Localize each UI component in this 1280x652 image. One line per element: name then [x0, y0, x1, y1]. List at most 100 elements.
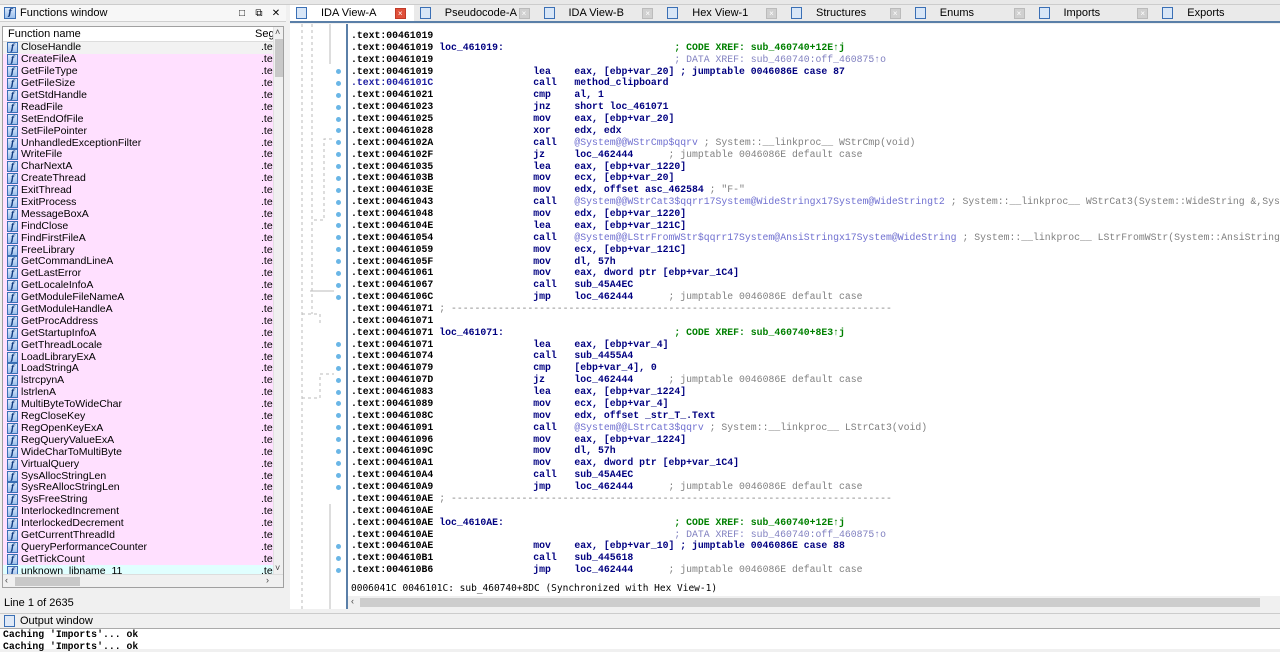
function-row[interactable]: fSetEndOfFile.tex	[3, 113, 283, 125]
function-row[interactable]: fMultiByteToWideChar.tex	[3, 399, 283, 411]
disasm-line[interactable]: .text:00461023 jnz short loc_461071	[351, 101, 669, 113]
function-row[interactable]: fGetProcAddress.tex	[3, 315, 283, 327]
breakpoint-dot[interactable]	[336, 283, 341, 288]
disasm-line[interactable]: .text:004610A9 jmp loc_462444 ; jumptabl…	[351, 481, 863, 493]
scroll-up-icon[interactable]: ˄	[275, 27, 280, 37]
function-row[interactable]: fGetLocaleInfoA.tex	[3, 280, 283, 292]
disasm-line[interactable]: .text:004610A4 call sub_45A4EC	[351, 469, 633, 481]
operands[interactable]: loc_462444	[574, 374, 668, 385]
close-button[interactable]: ✕	[269, 8, 283, 19]
disasm-line[interactable]: .text:00461019 lea eax, [ebp+var_20] ; j…	[351, 66, 845, 78]
operands[interactable]: sub_445618	[574, 552, 633, 563]
scroll-left-icon[interactable]: ‹	[351, 596, 354, 606]
breakpoint-dot[interactable]	[336, 449, 341, 454]
disasm-line[interactable]: .text:0046102F jz loc_462444 ; jumptable…	[351, 149, 863, 161]
disasm-line[interactable]: .text:00461021 cmp al, 1	[351, 89, 604, 101]
operands[interactable]: sub_45A4EC	[574, 279, 633, 290]
disasm-line[interactable]: .text:0046107D jz loc_462444 ; jumptable…	[351, 374, 863, 386]
disasm-line[interactable]: .text:004610B6 jmp loc_462444 ; jumptabl…	[351, 564, 863, 576]
tab-close-icon[interactable]: ×	[1137, 8, 1148, 19]
disasm-line[interactable]: .text:00461071 loc_461071: ; CODE XREF: …	[351, 327, 845, 339]
tab-close-icon[interactable]: ×	[642, 8, 653, 19]
breakpoint-dot[interactable]	[336, 473, 341, 478]
breakpoint-dot[interactable]	[336, 105, 341, 110]
function-row[interactable]: flstrcpynA.tex	[3, 375, 283, 387]
tab-ida-view-b[interactable]: IDA View-B×	[538, 5, 662, 21]
function-row[interactable]: fSysReAllocStringLen.tex	[3, 482, 283, 494]
operands[interactable]: ecx, [ebp+var_121C]	[574, 244, 686, 255]
tab-close-icon[interactable]: ×	[766, 8, 777, 19]
operands[interactable]: @System@@LStrCat3$qqrv	[574, 422, 709, 433]
operands[interactable]: method_clipboard	[574, 77, 668, 88]
operands[interactable]: eax, [ebp+var_1224]	[574, 386, 686, 397]
disasm-line[interactable]: .text:00461091 call @System@@LStrCat3$qq…	[351, 422, 927, 434]
function-row[interactable]: fRegCloseKey.tex	[3, 411, 283, 423]
label[interactable]: loc_4610AE:	[439, 517, 504, 528]
operands[interactable]: eax, [ebp+var_4]	[574, 339, 668, 350]
function-row[interactable]: fGetStartupInfoA.tex	[3, 327, 283, 339]
breakpoint-dot[interactable]	[336, 366, 341, 371]
operands[interactable]: eax, [ebp+var_20]	[574, 66, 680, 77]
disasm-line[interactable]: .text:00461061 mov eax, dword ptr [ebp+v…	[351, 267, 739, 279]
operands[interactable]: @System@@WStrCmp$qqrv	[574, 137, 703, 148]
disasm-line[interactable]: .text:0046102A call @System@@WStrCmp$qqr…	[351, 137, 915, 149]
breakpoint-dot[interactable]	[336, 271, 341, 276]
function-row[interactable]: fGetThreadLocale.tex	[3, 339, 283, 351]
disasm-line[interactable]: .text:00461028 xor edx, edx	[351, 125, 621, 137]
tab-exports[interactable]: Exports	[1156, 5, 1280, 21]
operands[interactable]: dl, 57h	[574, 445, 615, 456]
function-row[interactable]: fWriteFile.tex	[3, 149, 283, 161]
operands[interactable]: loc_462444	[574, 291, 668, 302]
disasm-line[interactable]: .text:0046104E lea eax, [ebp+var_121C]	[351, 220, 686, 232]
disasm-line[interactable]: .text:00461096 mov eax, [ebp+var_1224]	[351, 434, 686, 446]
disasm-line[interactable]: .text:004610B1 call sub_445618	[351, 552, 633, 564]
scroll-down-icon[interactable]: ˅	[275, 563, 280, 573]
function-row[interactable]: fLoadLibraryExA.tex	[3, 351, 283, 363]
maximize-button[interactable]: □	[235, 8, 249, 19]
disasm-line[interactable]: .text:00461025 mov eax, [ebp+var_20]	[351, 113, 674, 125]
operands[interactable]: eax, dword ptr [ebp+var_1C4]	[574, 267, 739, 278]
function-row[interactable]: fGetTickCount.tex	[3, 553, 283, 565]
disasm-line[interactable]: .text:0046103B mov ecx, [ebp+var_20]	[351, 172, 674, 184]
tab-close-icon[interactable]: ×	[519, 8, 530, 19]
column-function-name[interactable]: Function name	[3, 28, 255, 40]
operands[interactable]: eax, [ebp+var_121C]	[574, 220, 686, 231]
function-row[interactable]: fInterlockedIncrement.tex	[3, 506, 283, 518]
operands[interactable]: @System@@LStrFromWStr$qqrr17System@AnsiS…	[574, 232, 962, 243]
function-row[interactable]: fExitThread.tex	[3, 185, 283, 197]
disasm-line[interactable]: .text:0046101C call method_clipboard	[351, 77, 669, 89]
function-row[interactable]: fCreateFileA.tex	[3, 54, 283, 66]
operands[interactable]: eax, [ebp+var_1220]	[574, 161, 686, 172]
function-row[interactable]: fFindFirstFileA.tex	[3, 232, 283, 244]
function-row[interactable]: fInterlockedDecrement.tex	[3, 518, 283, 530]
disasm-line[interactable]: .text:004610AE loc_4610AE: ; CODE XREF: …	[351, 517, 845, 529]
disasm-line[interactable]: .text:004610AE ; DATA XREF: sub_460740:o…	[351, 529, 886, 541]
operands[interactable]: dl, 57h	[574, 256, 615, 267]
disasm-line[interactable]: .text:00461054 call @System@@LStrFromWSt…	[351, 232, 1280, 244]
operands[interactable]: ecx, [ebp+var_4]	[574, 398, 668, 409]
breakpoint-dot[interactable]	[336, 188, 341, 193]
operands[interactable]: loc_462444	[574, 564, 668, 575]
disasm-line[interactable]: .text:004610A1 mov eax, dword ptr [ebp+v…	[351, 457, 739, 469]
disasm-line[interactable]: .text:00461067 call sub_45A4EC	[351, 279, 633, 291]
breakpoint-dot[interactable]	[336, 200, 341, 205]
function-row[interactable]: fSysFreeString.tex	[3, 494, 283, 506]
function-row[interactable]: fSetFilePointer.tex	[3, 125, 283, 137]
tab-structures[interactable]: Structures×	[785, 5, 909, 21]
function-row[interactable]: fGetLastError.tex	[3, 268, 283, 280]
disasm-line[interactable]: .text:00461048 mov edx, [ebp+var_1220]	[351, 208, 686, 220]
tab-enums[interactable]: Enums×	[909, 5, 1033, 21]
breakpoint-dot[interactable]	[336, 81, 341, 86]
breakpoint-dot[interactable]	[336, 544, 341, 549]
disasm-line[interactable]: .text:0046105F mov dl, 57h	[351, 256, 616, 268]
disasm-line[interactable]: .text:0046108C mov edx, offset _str_T_.T…	[351, 410, 716, 422]
breakpoint-dot[interactable]	[336, 176, 341, 181]
operands[interactable]: short loc_461071	[574, 101, 668, 112]
tab-close-icon[interactable]: ×	[395, 8, 406, 19]
label[interactable]: loc_461071:	[439, 327, 504, 338]
operands[interactable]: [ebp+var_4], 0	[574, 362, 656, 373]
disasm-line[interactable]: .text:00461019 ; DATA XREF: sub_460740:o…	[351, 54, 886, 66]
breakpoint-dot[interactable]	[336, 354, 341, 359]
disasm-line[interactable]: .text:004610AE mov eax, [ebp+var_10] ; j…	[351, 540, 845, 552]
breakpoint-dot[interactable]	[336, 378, 341, 383]
